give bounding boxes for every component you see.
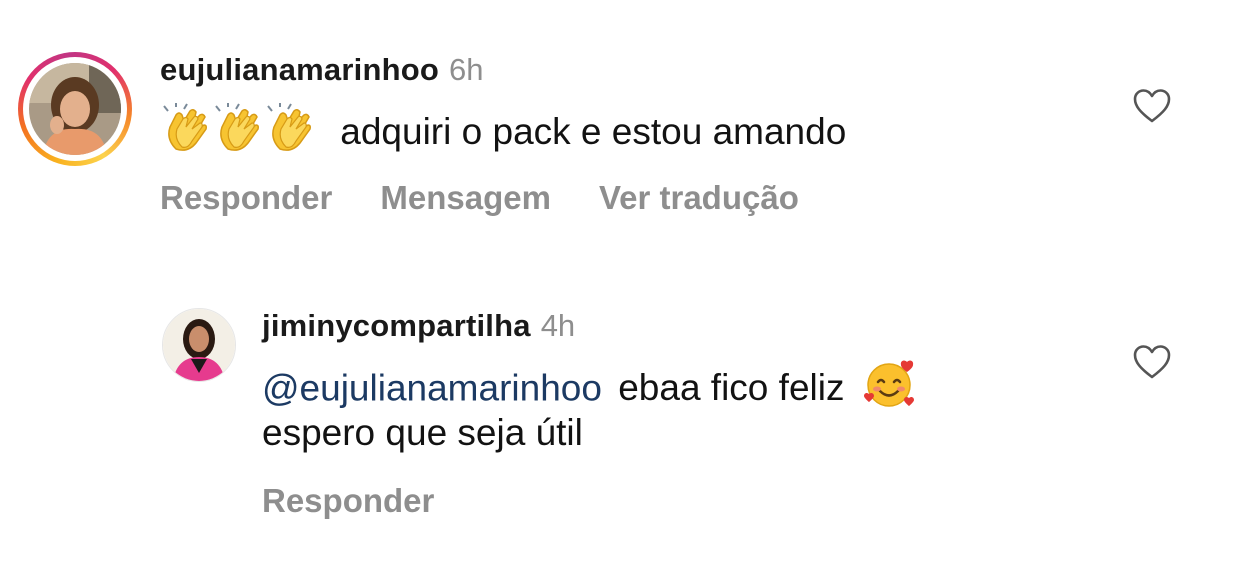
reply-button[interactable]: Responder (262, 482, 434, 519)
comment-text-line-2: espero que seja útil (262, 408, 583, 458)
reply-button[interactable]: Responder (160, 179, 332, 216)
username-link[interactable]: eujulianamarinhoo (160, 52, 439, 87)
comment-message: ebaa fico feliz (618, 367, 845, 409)
smiling-face-with-hearts-icon (863, 358, 917, 423)
heart-outline-icon[interactable] (1132, 344, 1172, 380)
message-button[interactable]: Mensagem (380, 179, 551, 216)
reply-comment-item: jiminycompartilha 4h @eujulianamarinhoo e… (0, 290, 1242, 540)
clapping-hands-icon (162, 103, 214, 166)
see-translation-button[interactable]: Ver tradução (599, 179, 799, 216)
comment-header: eujulianamarinhoo 6h (160, 50, 483, 90)
avatar (29, 63, 121, 155)
story-ring-avatar[interactable] (18, 52, 132, 166)
clapping-hands-icon (266, 103, 318, 166)
mention-link[interactable]: @eujulianamarinhoo (262, 367, 602, 408)
comment-message-continued: espero que seja útil (262, 412, 583, 453)
heart-outline-icon[interactable] (1132, 88, 1172, 124)
timestamp: 6h (449, 52, 484, 87)
username-link[interactable]: jiminycompartilha (262, 308, 531, 343)
avatar[interactable] (162, 308, 236, 382)
clapping-hands-icon (214, 103, 266, 166)
comment-message: adquiri o pack e estou amando (340, 111, 847, 153)
comment-header: jiminycompartilha 4h (262, 306, 575, 346)
comment-item: eujulianamarinhoo 6h adquiri o pack e est… (0, 0, 1242, 250)
comment-text: adquiri o pack e estou amando (162, 103, 846, 166)
comment-actions: Responder Mensagem Ver tradução (160, 178, 847, 218)
timestamp: 4h (540, 308, 576, 343)
comment-actions: Responder (262, 481, 482, 521)
